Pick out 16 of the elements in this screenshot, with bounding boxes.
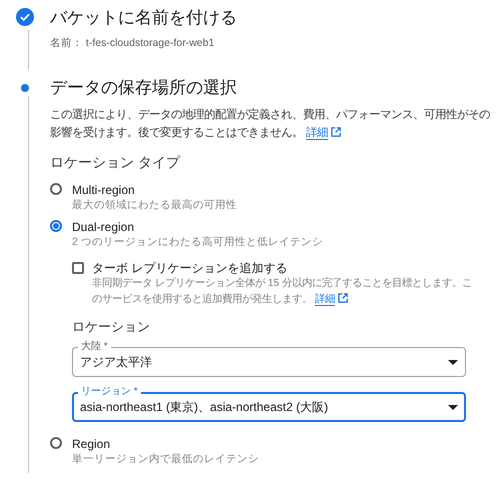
checkbox-label: ターボ レプリケーションを追加する (92, 260, 288, 276)
option-hint: 2 つのリージョンにわたる高可用性と低レイテンシ (72, 235, 324, 250)
details-link[interactable]: 詳細 (306, 127, 342, 139)
location-heading: ロケーション (72, 318, 151, 336)
option-hint: 単一リージョン内で最低のレイテンシ (72, 452, 260, 467)
checkbox-hint: 非同期データ レプリケーション全体が 15 分以内に完了することを目標とします。このサービスを使用すると追加費用が発生します。 詳細 (92, 276, 474, 307)
bucket-name-summary: 名前： t-fes-cloudstorage-for-web1 (50, 36, 216, 50)
option-label: Dual-region (72, 219, 136, 235)
step-title: バケットに名前を付ける (50, 7, 238, 29)
option-label: Multi-region (72, 182, 136, 198)
option-label: Region (72, 436, 112, 452)
step-title: データの保存場所の選択 (50, 77, 238, 99)
option-hint: 最大の領域にわたる最高の可用性 (72, 198, 238, 213)
details-link[interactable]: 詳細 (314, 294, 348, 305)
step-description: この選択により、データの地理的配置が定義され、費用、パフォーマンス、可用性がその影響を受けます。後で変更することはできません。 詳細 (50, 108, 491, 141)
section-heading: ロケーション タイプ (50, 154, 182, 172)
